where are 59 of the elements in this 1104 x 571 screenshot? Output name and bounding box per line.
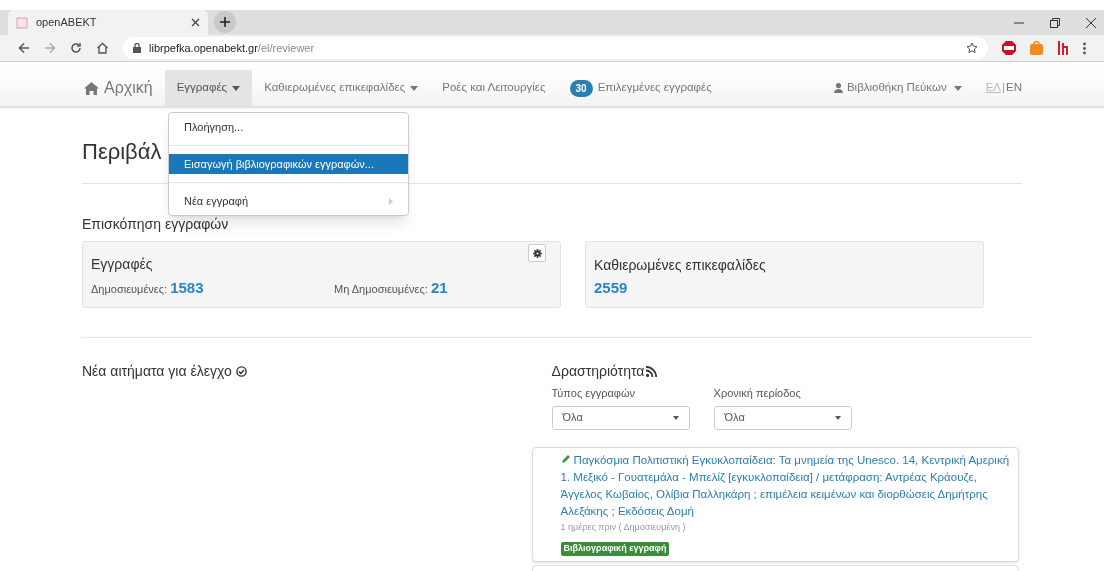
- section-heading: Νέα αιτήματα για έλεγχο: [82, 362, 232, 381]
- extension-icon[interactable]: [1057, 41, 1069, 55]
- nav-link[interactable]: 30 Επιλεγμένες εγγραφές: [557, 70, 724, 106]
- nav-link[interactable]: Ροές και Λειτουργίες: [430, 70, 558, 106]
- page-title: Περιβάλ: [82, 138, 162, 166]
- timestamp-text: 1 ημέρες πριν ( Δημοσιευμένη ): [560, 520, 687, 534]
- caret-icon: [953, 85, 962, 91]
- select-field[interactable]: Όλα: [713, 405, 852, 430]
- user-icon: [833, 83, 843, 93]
- field-label: Τύπος εγγραφών: [551, 386, 636, 401]
- language-separator: |: [1002, 80, 1005, 96]
- stat-text: Μη Δημοσιευμένες: 21: [334, 278, 448, 298]
- close-icon[interactable]: [191, 18, 200, 27]
- nav-link[interactable]: Αρχική: [72, 70, 165, 106]
- card-title: Εγγραφές: [91, 255, 154, 274]
- browser-tab[interactable]: openABEKT: [8, 10, 208, 35]
- caret-icon: [672, 415, 679, 420]
- close-icon[interactable]: [1086, 17, 1096, 28]
- language-link[interactable]: EN: [1006, 79, 1022, 97]
- record-link[interactable]: Παγκόσμια Πολιτιστική Εγκυκλοπαίδεια: Τα μνημεία της Unesco. 14, Κεντρική Αμερική 1. Μεξικό - Γουατεμάλα - Μπελίζ [εγκυκλοπαίδεια] / μετάφραση: Αντρέας Κράουζε, Άγγελος Κωβαίος, Ολίβια Παλληκάρη ; επιμέλεια κειμένων και διορθώσεις Δημήτρης Αλεξάκης ; Εκδόσεις Δομή: [560, 451, 1012, 520]
- menu-item[interactable]: Πλοήγηση...: [169, 117, 408, 137]
- card-title: Καθιερωμένες επικεφαλίδες: [594, 256, 767, 275]
- menu-item[interactable]: Νέα εγγραφή: [169, 191, 408, 211]
- stat-text: Δημοσιευμένες: 1583: [91, 278, 205, 298]
- tab-title: openABEKT: [36, 15, 98, 31]
- caret-icon: [232, 85, 241, 91]
- user-name: Βιβλιοθήκη Πεύκων: [846, 80, 947, 96]
- star-icon[interactable]: [966, 42, 978, 54]
- nav-link[interactable]: Εγγραφές: [164, 70, 253, 106]
- url-text: librpefka.openabekt.gr/el/reviewer: [149, 40, 315, 56]
- caret-icon: [410, 85, 419, 91]
- address-bar[interactable]: librpefka.openabekt.gr/el/reviewer: [123, 37, 988, 59]
- home-icon: [84, 81, 99, 95]
- reload-icon[interactable]: [70, 42, 82, 54]
- menu-item[interactable]: Εισαγωγή βιβλιογραφικών εγγραφών...: [169, 154, 408, 174]
- restore-icon[interactable]: [1050, 17, 1060, 28]
- rss-feed-icon: [646, 366, 658, 377]
- nav-link-label: Επιλεγμένες εγγραφές: [597, 80, 712, 96]
- site-favicon-icon: [16, 16, 28, 29]
- record-type-tag: Βιβλιογραφική εγγραφή: [560, 542, 670, 556]
- new-tab-icon[interactable]: [214, 11, 236, 33]
- back-arrow-icon[interactable]: [18, 42, 30, 54]
- pencil-icon: [560, 453, 571, 464]
- select-field[interactable]: Όλα: [551, 405, 690, 430]
- check-circle-icon: [235, 366, 247, 377]
- menu-icon[interactable]: [1083, 41, 1086, 55]
- settings-button[interactable]: [528, 244, 546, 262]
- section-heading: Δραστηριότητα: [551, 362, 645, 381]
- caret-icon: [834, 415, 841, 420]
- section-heading: Επισκόπηση εγγραφών: [82, 215, 230, 234]
- stat-value: 2559: [594, 278, 629, 298]
- lock-icon: [133, 43, 141, 53]
- user-menu[interactable]: Βιβλιοθήκη Πεύκων: [821, 70, 974, 106]
- nav-link[interactable]: Καθιερωμένες επικεφαλίδες: [252, 70, 431, 106]
- count-badge: 30: [569, 79, 593, 97]
- home-icon[interactable]: [96, 42, 109, 54]
- field-label: Χρονική περίοδος: [713, 386, 802, 401]
- gear-icon: [532, 248, 542, 258]
- stop-sign-icon[interactable]: [1002, 41, 1016, 55]
